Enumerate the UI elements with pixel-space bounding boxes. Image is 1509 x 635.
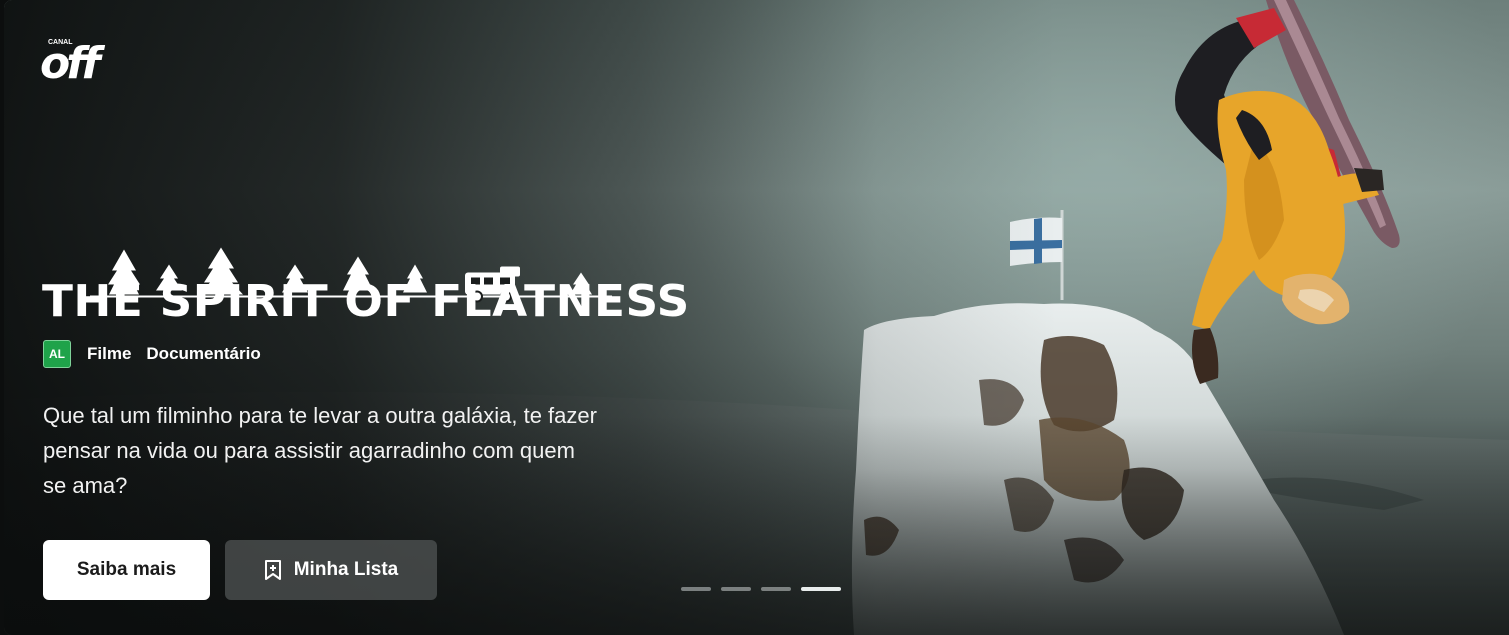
hero-title: THE SPIRIT OF FLATNESS xyxy=(42,276,690,327)
carousel-indicators xyxy=(681,587,841,591)
hero-description: Que tal um filminho para te levar a outr… xyxy=(43,403,597,498)
snowboarder-figure xyxy=(1175,0,1400,384)
age-rating-badge: AL xyxy=(43,340,71,368)
carousel-dot[interactable] xyxy=(761,587,791,591)
my-list-label: Minha Lista xyxy=(293,559,399,580)
canal-off-logo[interactable]: CANAL off xyxy=(40,30,122,86)
more-info-button[interactable]: Saiba mais xyxy=(43,540,210,600)
tag-genre: Documentário xyxy=(146,344,261,363)
flag-icon xyxy=(1010,210,1064,300)
carousel-dot[interactable] xyxy=(721,587,751,591)
my-list-button[interactable]: Minha Lista xyxy=(225,540,437,600)
tag-type: Filme xyxy=(87,344,132,363)
hero-banner: CANAL off THE SPIRIT OF FLATNESS AL Film… xyxy=(4,0,1509,635)
carousel-dot[interactable] xyxy=(801,587,841,591)
logo-text: off xyxy=(40,38,105,86)
hero-meta: AL Filme Documentário xyxy=(43,340,261,368)
bookmark-plus-icon xyxy=(264,560,281,580)
carousel-dot[interactable] xyxy=(681,587,711,591)
more-info-label: Saiba mais xyxy=(76,559,177,580)
